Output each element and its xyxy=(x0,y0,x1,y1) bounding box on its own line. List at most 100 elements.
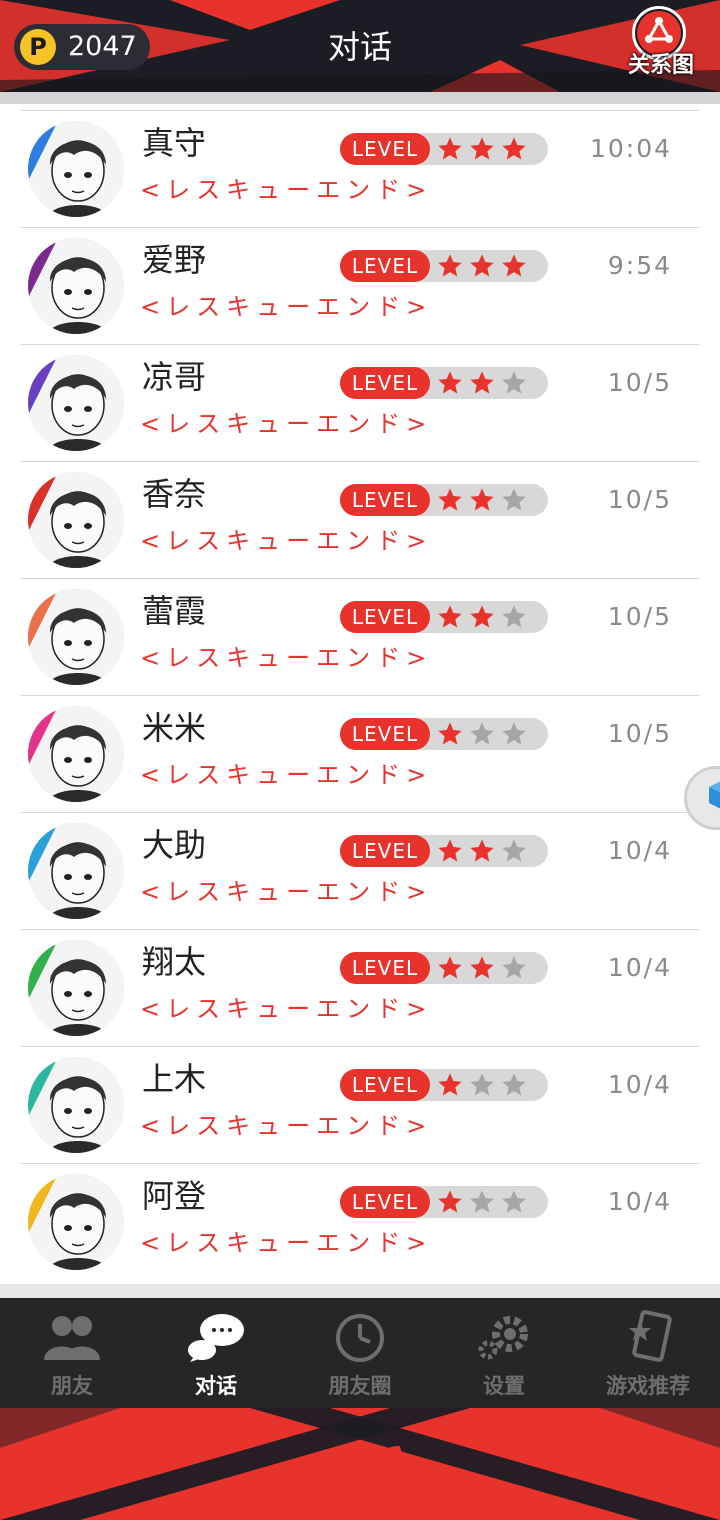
tab-label: 设置 xyxy=(483,1374,525,1398)
avatar[interactable] xyxy=(28,472,124,568)
star-empty-icon xyxy=(502,1073,526,1096)
timestamp: 10/5 xyxy=(607,485,672,514)
avatar[interactable] xyxy=(28,589,124,685)
tab-label: 朋友圈 xyxy=(328,1374,392,1398)
star-empty-icon xyxy=(502,956,526,979)
star-empty-icon xyxy=(502,605,526,628)
contact-name: 凉哥 xyxy=(142,358,207,396)
chat-row[interactable]: 翔太 <レスキューエンド> LEVEL 10/4 xyxy=(20,929,700,1046)
chat-row[interactable]: 爱野 <レスキューエンド> LEVEL 9:54 xyxy=(20,227,700,344)
relationship-map-button[interactable]: 关系图 xyxy=(620,6,702,88)
timestamp: 10/4 xyxy=(607,953,672,982)
chat-row[interactable]: 上木 <レスキューエンド> LEVEL 10/4 xyxy=(20,1046,700,1163)
floating-assist-button[interactable] xyxy=(684,766,720,830)
tab-clock[interactable]: 朋友圈 xyxy=(288,1298,432,1408)
star-filled-icon xyxy=(438,1190,462,1213)
contact-name: 阿登 xyxy=(142,1177,207,1215)
chat-row[interactable]: 蕾霞 <レスキューエンド> LEVEL 10/5 xyxy=(20,578,700,695)
tab-label: 对话 xyxy=(195,1374,237,1398)
level-rating: LEVEL xyxy=(340,601,548,633)
star-filled-icon xyxy=(438,605,462,628)
star-rating xyxy=(436,135,532,163)
level-badge: LEVEL xyxy=(340,601,430,633)
cube-icon xyxy=(709,781,720,809)
gear-icon xyxy=(474,1310,534,1366)
contact-name: 爱野 xyxy=(142,241,207,279)
chat-list: 真守 <レスキューエンド> LEVEL 10:04 爱野 <レスキューエンド> LEVEL 9… xyxy=(0,104,720,1284)
chat-row[interactable]: 香奈 <レスキューエンド> LEVEL 10/5 xyxy=(20,461,700,578)
avatar[interactable] xyxy=(28,940,124,1036)
contact-name: 真守 xyxy=(142,124,207,162)
star-filled-icon xyxy=(438,1073,462,1096)
chat-row[interactable]: 凉哥 <レスキューエンド> LEVEL 10/5 xyxy=(20,344,700,461)
timestamp: 10:04 xyxy=(589,134,672,163)
tab-chat-bubbles[interactable]: 对话 xyxy=(144,1298,288,1408)
nav-separator xyxy=(0,1284,720,1298)
star-filled-icon xyxy=(470,137,494,160)
star-rating xyxy=(436,252,532,280)
level-rating: LEVEL xyxy=(340,250,548,282)
avatar[interactable] xyxy=(28,706,124,802)
avatar[interactable] xyxy=(28,238,124,334)
tab-gear[interactable]: 设置 xyxy=(432,1298,576,1408)
star-filled-icon xyxy=(470,605,494,628)
route-label: <レスキューエンド> xyxy=(140,995,433,1023)
star-rating xyxy=(436,954,532,982)
route-label: <レスキューエンド> xyxy=(140,644,433,672)
level-rating: LEVEL xyxy=(340,1186,548,1218)
timestamp: 10/5 xyxy=(607,719,672,748)
page-title: 对话 xyxy=(327,28,392,66)
header-separator xyxy=(0,92,720,104)
star-empty-icon xyxy=(470,1073,494,1096)
level-rating: LEVEL xyxy=(340,133,548,165)
relationship-map-label: 关系图 xyxy=(627,53,694,78)
clock-icon xyxy=(330,1310,390,1366)
level-rating: LEVEL xyxy=(340,484,548,516)
star-filled-icon xyxy=(470,371,494,394)
star-empty-icon xyxy=(470,1190,494,1213)
timestamp: 10/5 xyxy=(607,602,672,631)
star-filled-icon xyxy=(438,722,462,745)
level-rating: LEVEL xyxy=(340,835,548,867)
star-filled-icon xyxy=(438,137,462,160)
route-label: <レスキューエンド> xyxy=(140,878,433,906)
level-badge: LEVEL xyxy=(340,718,430,750)
timestamp: 10/5 xyxy=(607,368,672,397)
tab-label: 游戏推荐 xyxy=(606,1374,690,1398)
star-empty-icon xyxy=(502,722,526,745)
tab-friends[interactable]: 朋友 xyxy=(0,1298,144,1408)
timestamp: 10/4 xyxy=(607,1187,672,1216)
avatar[interactable] xyxy=(28,823,124,919)
top-bar: P 2047 对话 关系图 xyxy=(0,0,720,92)
star-rating xyxy=(436,603,532,631)
route-label: <レスキューエンド> xyxy=(140,410,433,438)
timestamp: 10/4 xyxy=(607,836,672,865)
star-rating xyxy=(436,486,532,514)
timestamp: 9:54 xyxy=(607,251,672,280)
tab-label: 朋友 xyxy=(51,1374,93,1398)
level-rating: LEVEL xyxy=(340,952,548,984)
star-filled-icon xyxy=(438,956,462,979)
chat-row[interactable]: 真守 <レスキューエンド> LEVEL 10:04 xyxy=(20,110,700,227)
star-filled-icon xyxy=(438,254,462,277)
level-badge: LEVEL xyxy=(340,952,430,984)
chat-row[interactable]: 大助 <レスキューエンド> LEVEL 10/4 xyxy=(20,812,700,929)
chat-row[interactable]: 米米 <レスキューエンド> LEVEL 10/5 xyxy=(20,695,700,812)
star-filled-icon xyxy=(470,956,494,979)
route-label: <レスキューエンド> xyxy=(140,1112,433,1140)
avatar[interactable] xyxy=(28,355,124,451)
contact-name: 米米 xyxy=(142,709,207,747)
friends-icon xyxy=(42,1310,102,1366)
bottom-navigation: 朋友 对话 朋友圈 设置 游戏推荐 xyxy=(0,1298,720,1408)
avatar[interactable] xyxy=(28,1057,124,1153)
avatar[interactable] xyxy=(28,1174,124,1270)
chat-row[interactable]: 阿登 <レスキューエンド> LEVEL 10/4 xyxy=(20,1163,700,1280)
avatar[interactable] xyxy=(28,121,124,217)
star-filled-icon xyxy=(470,254,494,277)
chat-bubbles-icon xyxy=(186,1310,246,1366)
sos-banner: SOS xyxy=(0,1408,720,1520)
tab-game-card[interactable]: 游戏推荐 xyxy=(576,1298,720,1408)
contact-name: 蕾霞 xyxy=(142,592,207,630)
star-filled-icon xyxy=(438,488,462,511)
level-badge: LEVEL xyxy=(340,835,430,867)
